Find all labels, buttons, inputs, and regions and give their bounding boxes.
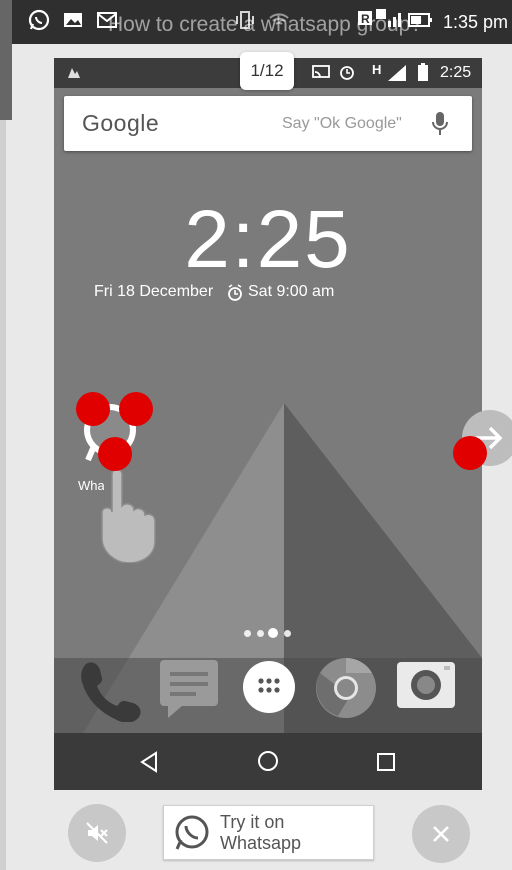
try-button-label: Try it on Whatsapp [220,812,302,853]
left-divider [0,120,6,870]
app-dock [54,648,482,728]
phone-status-clock: 2:25 [440,64,472,81]
android-icon [66,64,82,85]
lockscreen-date: Fri 18 December [94,283,214,300]
phone-icon[interactable] [76,656,142,727]
home-icon[interactable] [257,750,279,777]
mute-button[interactable] [68,804,126,862]
speaker-muted-icon [85,821,109,850]
tap-marker [119,392,153,426]
phone-screenshot: H 2:25 Google Say "Ok Google" 2:25 Fri 1… [54,58,482,790]
close-button[interactable] [412,805,470,863]
back-icon[interactable] [138,751,160,778]
signal-icon: R [358,9,401,31]
vibrate-icon [234,9,256,31]
left-gutter [0,0,12,120]
messages-icon[interactable] [158,658,220,725]
tap-marker [76,392,110,426]
app-drawer-icon[interactable] [242,660,296,719]
search-hint: Say "Ok Google" [282,115,402,132]
cell-signal-icon [388,65,406,86]
image-icon [62,9,84,31]
chrome-icon[interactable] [314,656,378,725]
whatsapp-logo-icon [172,814,210,857]
network-type: H [372,62,382,77]
camera-icon[interactable] [396,660,456,715]
try-on-whatsapp-button[interactable]: Try it on Whatsapp [163,805,374,860]
lockscreen-clock: 2:25 [184,194,352,285]
whatsapp-icon [28,9,50,31]
wifi-icon [268,9,290,31]
tap-marker [98,437,132,471]
tap-marker [453,436,487,470]
microphone-icon[interactable] [432,111,448,142]
next-alarm: Sat 9:00 am [248,283,335,300]
alarm-clock-icon [226,284,244,307]
svg-text:R: R [361,12,370,26]
google-logo: Google [82,110,160,136]
battery-icon [408,9,432,31]
status-bar: How to create a whatsapp group? R 1:35 p… [12,0,512,44]
phone-battery-icon [418,63,428,86]
pointing-hand-icon [98,468,158,568]
recents-icon[interactable] [376,752,396,777]
alarm-icon [338,63,356,86]
close-icon [432,825,450,848]
cast-icon [312,64,330,85]
slide-counter: 1/12 [240,52,294,90]
status-clock: 1:35 pm [442,12,508,32]
google-search-bar[interactable]: Google Say "Ok Google" [64,96,472,151]
navigation-bar [54,733,482,790]
